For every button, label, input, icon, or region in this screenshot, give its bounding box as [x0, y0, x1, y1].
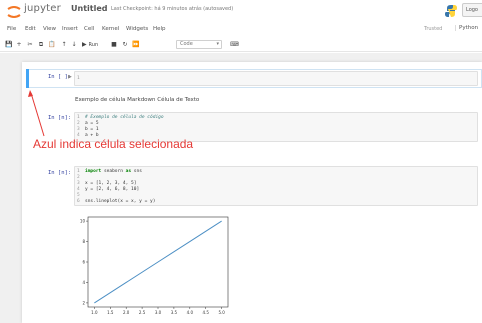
menu-file[interactable]: File — [7, 26, 16, 32]
code-line: y = [2, 4, 6, 8, 10] — [85, 187, 140, 192]
line-chart: 1.0 1.5 2.0 2.5 3.0 3.5 4.0 4.5 5.0 2 4 6 8 10 — [80, 216, 229, 315]
move-up-icon[interactable]: ↑ — [60, 40, 68, 49]
menu-edit[interactable]: Edit — [25, 26, 36, 32]
line-number: 6 — [77, 199, 80, 204]
notebook-title[interactable]: Untitled — [71, 4, 107, 13]
menu-widgets[interactable]: Widgets — [126, 26, 148, 32]
y-tick-label: 4 — [82, 280, 85, 285]
trusted-indicator[interactable]: Trusted — [424, 26, 442, 32]
menu-help[interactable]: Help — [153, 26, 166, 32]
annotation-text: Azul indica célula selecionada — [33, 137, 194, 151]
line-number: 3 — [77, 127, 80, 132]
line-number: 1 — [77, 76, 80, 81]
logout-button[interactable]: Logo — [462, 3, 482, 17]
x-tick-label: 4.5 — [203, 310, 210, 315]
y-tick-label: 2 — [82, 300, 85, 305]
code-line: a = 5 — [85, 121, 99, 126]
kernel-indicator[interactable]: Python — [455, 25, 478, 31]
keyboard-icon[interactable]: ⌨ — [230, 40, 239, 49]
code-line: b = 1 — [85, 127, 99, 132]
x-tick-label: 2.5 — [139, 310, 146, 315]
add-cell-icon[interactable]: + — [15, 40, 23, 49]
line-number: 2 — [77, 175, 80, 180]
cell-input[interactable]: 1 import seaborn as sns 2 3 x = [1, 2, 3… — [74, 166, 478, 206]
code-line: import seaborn as sns — [85, 169, 142, 174]
x-tick-label: 5.0 — [218, 310, 225, 315]
menu-kernel[interactable]: Kernel — [102, 26, 119, 32]
line-number: 2 — [77, 121, 80, 126]
y-tick-label: 10 — [80, 219, 86, 224]
code-line: # Exemplo de célula de código — [85, 115, 164, 120]
menu-cell[interactable]: Cell — [84, 26, 94, 32]
line-number: 3 — [77, 181, 80, 186]
x-tick-label: 1.5 — [107, 310, 114, 315]
restart-icon[interactable]: ↻ — [121, 40, 129, 49]
menubar: File Edit View Insert Cell Kernel Widget… — [0, 24, 482, 37]
cell-prompt: In [n]: — [48, 170, 72, 176]
code-line: sns.lineplot(x = x, y = y) — [85, 199, 156, 204]
python-logo-icon — [445, 5, 457, 17]
cell-type-select[interactable]: Code ▾ — [176, 40, 222, 49]
line-number: 4 — [77, 187, 80, 192]
paste-icon[interactable]: 📋 — [48, 40, 56, 49]
play-icon: ▶ — [82, 41, 87, 48]
markdown-text[interactable]: Exemplo de célula Markdown Célula de Tex… — [75, 97, 199, 103]
run-button[interactable]: ▶ Run — [82, 40, 106, 49]
copy-icon[interactable]: ⧉ — [37, 40, 45, 49]
cell-type-value: Code — [180, 41, 193, 47]
selection-indicator — [26, 69, 29, 88]
cut-icon[interactable]: ✂ — [26, 40, 34, 49]
line-number: 1 — [77, 169, 80, 174]
x-tick-label: 3.0 — [155, 310, 162, 315]
checkpoint-status: Last Checkpoint: há 9 minutos atrás (aut… — [111, 6, 234, 12]
menu-insert[interactable]: Insert — [62, 26, 78, 32]
x-tick-label: 2.0 — [123, 310, 130, 315]
cell-input[interactable]: 1 — [74, 71, 478, 86]
x-tick-label: 4.0 — [187, 310, 194, 315]
code-line: x = [1, 2, 3, 4, 5] — [85, 181, 137, 186]
run-label: Run — [88, 42, 99, 48]
move-down-icon[interactable]: ↓ — [70, 40, 78, 49]
y-tick-label: 8 — [82, 239, 85, 244]
cell-prompt: In [n]: — [48, 115, 72, 121]
cell-run-icon[interactable]: ▶ — [68, 74, 72, 80]
y-tick-label: 6 — [82, 260, 85, 265]
toolbar: 💾 + ✂ ⧉ 📋 ↑ ↓ ▶ Run ■ ↻ ⏩ Code ▾ ⌨ — [0, 38, 482, 52]
line-number: 1 — [77, 115, 80, 120]
brand-name[interactable]: jupyter — [24, 3, 61, 14]
jupyter-logo-icon[interactable] — [6, 5, 22, 19]
stop-icon[interactable]: ■ — [110, 40, 118, 49]
notebook-header: jupyter Untitled Last Checkpoint: há 9 m… — [0, 0, 482, 22]
save-icon[interactable]: 💾 — [5, 40, 13, 49]
fast-forward-icon[interactable]: ⏩ — [132, 40, 140, 49]
x-tick-label: 3.5 — [171, 310, 178, 315]
line-number: 5 — [77, 193, 80, 198]
menu-view[interactable]: View — [43, 26, 56, 32]
chevron-down-icon: ▾ — [216, 41, 219, 47]
x-tick-label: 1.0 — [91, 310, 98, 315]
